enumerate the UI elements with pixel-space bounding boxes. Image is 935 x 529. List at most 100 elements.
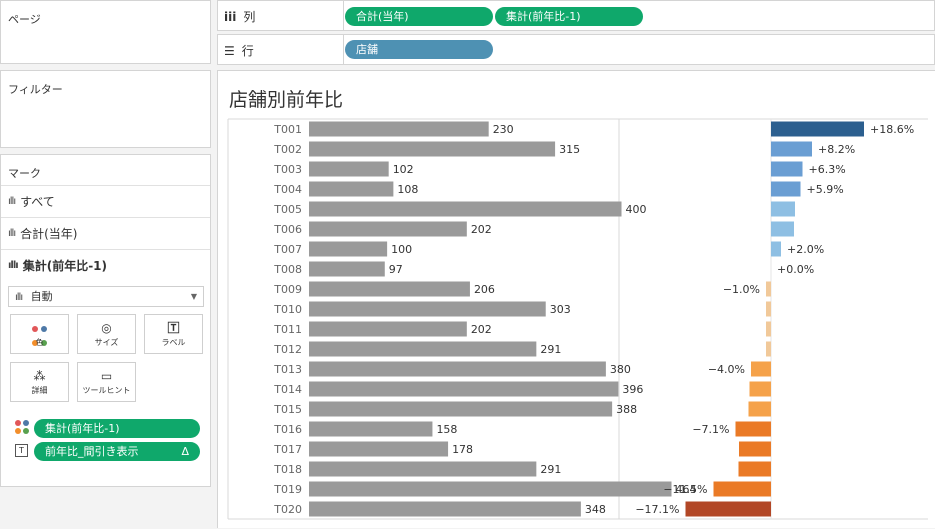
delta-icon: Δ <box>181 445 189 458</box>
marks-panel: マーク ıllı すべて ıllı 合計(当年) ıllı 集計(前年比-1) … <box>0 154 211 487</box>
sales-data-label: 100 <box>391 243 412 256</box>
size-button-label: サイズ <box>94 338 119 347</box>
sales-data-label: 97 <box>389 263 403 276</box>
store-tick-label: T018 <box>273 463 302 476</box>
sales-data-label: 206 <box>474 283 495 296</box>
columns-icon: iii <box>224 10 237 24</box>
bar-mark-icon: ıllı <box>8 195 16 207</box>
yoy-data-label: +5.9% <box>807 183 844 196</box>
sales-bar <box>309 441 449 457</box>
columns-pill-yoy[interactable]: 集計(前年比-1) <box>495 7 643 26</box>
rows-label-text: 行 <box>241 44 254 58</box>
sales-bar <box>309 201 622 217</box>
store-tick-label: T014 <box>273 383 302 396</box>
detail-button[interactable]: ⁂ 詳細 <box>10 362 69 402</box>
columns-label-text: 列 <box>243 10 256 24</box>
store-tick-label: T004 <box>273 183 302 196</box>
yoy-bar <box>748 401 771 417</box>
yoy-bar <box>766 301 771 317</box>
yoy-bar <box>771 241 781 257</box>
sales-bar <box>309 301 546 317</box>
shelf-divider <box>343 35 344 64</box>
sales-bar <box>309 321 467 337</box>
yoy-data-label: −4.0% <box>708 363 745 376</box>
tooltip-button[interactable]: ▭ ツールヒント <box>77 362 136 402</box>
label-button[interactable]: 🅃 ラベル <box>144 314 203 354</box>
columns-shelf-label: iii 列 <box>224 8 255 25</box>
sales-bar <box>309 501 581 517</box>
sales-data-label: 230 <box>493 123 514 136</box>
sales-data-label: 291 <box>540 463 561 476</box>
yoy-bar <box>771 181 801 197</box>
marks-row-label: 合計(当年) <box>20 226 78 241</box>
yoy-bar <box>739 441 771 457</box>
pill-label: 前年比_間引き表示 <box>45 445 139 458</box>
sales-data-label: 400 <box>626 203 647 216</box>
marks-row-label: 集計(前年比-1) <box>22 258 108 273</box>
sales-bar <box>309 141 556 157</box>
pill-label: 店舗 <box>356 43 378 56</box>
yoy-bar <box>738 461 771 477</box>
yoy-data-label: −7.1% <box>692 423 729 436</box>
pill-label: 集計(前年比-1) <box>45 422 120 435</box>
columns-shelf[interactable]: iii 列 合計(当年) 集計(前年比-1) <box>217 0 935 31</box>
chart-svg: T001 230 +18.6% T002 315 +8.2% T003 102 +6.3% T00… <box>227 118 928 520</box>
filters-panel[interactable]: フィルター <box>0 70 211 148</box>
marks-row-all[interactable]: ıllı すべて <box>1 185 210 216</box>
store-tick-label: T019 <box>273 483 302 496</box>
sales-data-label: 303 <box>550 303 571 316</box>
marks-pill-yoy-thinned[interactable]: 前年比_間引き表示 Δ <box>34 442 200 461</box>
detail-icon: ⁂ <box>33 369 46 383</box>
rows-pill-store[interactable]: 店舗 <box>345 40 493 59</box>
yoy-data-label: −11.5% <box>663 483 707 496</box>
yoy-data-label: −1.0% <box>723 283 760 296</box>
marks-row-sales[interactable]: ıllı 合計(当年) <box>1 217 210 248</box>
yoy-bar <box>766 281 771 297</box>
sales-bar <box>309 221 467 237</box>
sales-bar <box>309 281 470 297</box>
yoy-bar <box>771 141 812 157</box>
store-tick-label: T017 <box>273 443 302 456</box>
yoy-bar <box>771 161 803 177</box>
yoy-data-label: −17.1% <box>635 503 679 516</box>
store-tick-label: T007 <box>273 243 302 256</box>
pages-panel[interactable]: ページ <box>0 0 211 64</box>
yoy-bar <box>685 501 771 517</box>
color-icon <box>11 321 68 346</box>
rows-shelf[interactable]: ☰ 行 店舗 <box>217 34 935 65</box>
size-button[interactable]: ◎ サイズ <box>77 314 136 354</box>
sales-bar <box>309 401 613 417</box>
sales-data-label: 315 <box>559 143 580 156</box>
yoy-bar <box>771 201 795 217</box>
sales-bar <box>309 161 389 177</box>
color-button-label: 色 <box>35 338 44 347</box>
store-tick-label: T011 <box>273 323 302 336</box>
rows-shelf-label: ☰ 行 <box>224 42 254 59</box>
sales-bar <box>309 381 619 397</box>
detail-button-label: 詳細 <box>31 386 48 395</box>
sales-data-label: 202 <box>471 223 492 236</box>
sales-data-label: 108 <box>397 183 418 196</box>
store-tick-label: T008 <box>273 263 302 276</box>
pill-label: 集計(前年比-1) <box>506 10 581 23</box>
store-tick-label: T002 <box>273 143 302 156</box>
yoy-data-label: +0.0% <box>777 263 814 276</box>
mark-type-dropdown[interactable]: ıllı 自動 ▼ <box>8 286 204 307</box>
color-button[interactable]: 色 <box>10 314 69 354</box>
columns-pill-sales[interactable]: 合計(当年) <box>345 7 493 26</box>
sales-data-label: 388 <box>616 403 637 416</box>
marks-title: マーク <box>8 167 41 180</box>
bar-mark-icon: ıllı <box>8 227 16 239</box>
sales-data-label: 396 <box>622 383 643 396</box>
color-dots-icon <box>15 420 29 434</box>
store-tick-label: T016 <box>273 423 302 436</box>
mark-type-label: 自動 <box>30 290 53 303</box>
chart-marks: T001 230 +18.6% T002 315 +8.2% T003 102 +6.3% T00… <box>227 118 928 520</box>
store-tick-label: T013 <box>273 363 302 376</box>
store-tick-label: T005 <box>273 203 302 216</box>
sales-bar <box>309 421 433 437</box>
pill-label: 合計(当年) <box>356 10 409 23</box>
marks-row-yoy[interactable]: ıllı 集計(前年比-1) <box>1 249 210 280</box>
label-button-label: ラベル <box>161 338 186 347</box>
marks-pill-yoy[interactable]: 集計(前年比-1) <box>34 419 200 438</box>
